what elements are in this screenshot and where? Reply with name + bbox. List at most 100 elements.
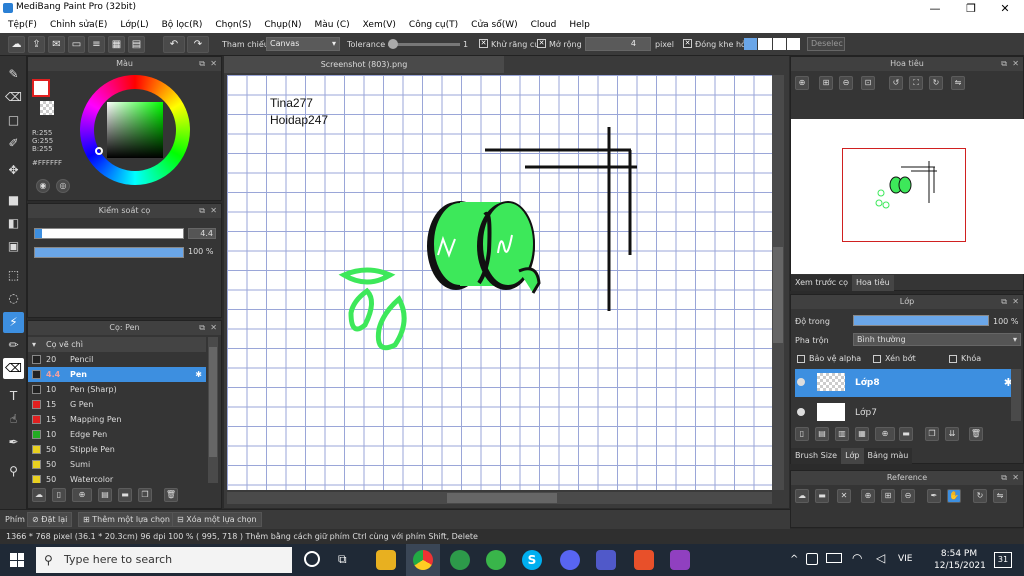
dropper-tool-icon[interactable]: ⚲ [3, 461, 24, 482]
canvas-vertical-scrollbar[interactable] [772, 75, 784, 490]
duplicate-icon[interactable]: ❐ [138, 488, 152, 502]
rotate-left-icon[interactable]: ↺ [889, 76, 903, 90]
canvas-horizontal-scrollbar[interactable] [227, 492, 772, 504]
operation-tool-icon[interactable]: ☝ [3, 409, 24, 430]
close-icon[interactable]: ✕ [210, 321, 217, 335]
brush-list-scroll-thumb[interactable] [209, 347, 217, 457]
app-orange-icon[interactable] [634, 550, 654, 570]
ref-flip-icon[interactable]: ⇋ [993, 489, 1007, 503]
tab-navigator[interactable]: Hoa tiêu [852, 275, 894, 291]
new-layer-icon[interactable]: ▯ [795, 427, 809, 441]
ref-zoom-out-icon[interactable]: ⊖ [901, 489, 915, 503]
volume-icon[interactable]: ◁ [876, 551, 885, 565]
brush-size-slider[interactable] [34, 228, 184, 239]
text-tool-icon[interactable]: T [3, 386, 24, 407]
menu-help[interactable]: Help [565, 17, 594, 33]
drawing-canvas[interactable]: Tina277 Hoidap247 [227, 75, 772, 490]
tray-chevron-icon[interactable]: ^ [790, 554, 798, 565]
new-1bit-layer-icon[interactable]: ▥ [835, 427, 849, 441]
discord-icon[interactable] [560, 550, 580, 570]
menu-select[interactable]: Chọn(S) [211, 17, 255, 33]
new-8bit-layer-icon[interactable]: ▤ [815, 427, 829, 441]
grid-icon[interactable]: ▦ [108, 36, 125, 53]
tolerance-slider-handle[interactable] [388, 39, 398, 49]
brush-size-value[interactable]: 4.4 [188, 228, 216, 239]
protect-alpha-checkbox[interactable] [797, 355, 805, 363]
ref-close-icon[interactable]: ✕ [837, 489, 851, 503]
zoom-out-icon[interactable]: ⊖ [839, 76, 853, 90]
task-view-icon[interactable]: ⧉ [338, 552, 347, 567]
trash-icon[interactable]: 🗑 [164, 488, 178, 502]
saturation-square[interactable] [107, 102, 163, 158]
cloud-icon[interactable]: ☁ [8, 36, 25, 53]
close-button[interactable]: ✕ [988, 0, 1022, 17]
brush-item-edge-pen[interactable]: 10 Edge Pen [28, 427, 206, 442]
canvas-vscroll-thumb[interactable] [773, 247, 783, 343]
canvas-hscroll-thumb[interactable] [447, 493, 557, 503]
brush-item-g-pen[interactable]: 15 G Pen [28, 397, 206, 412]
ref-zoom-in-icon[interactable]: ⊕ [861, 489, 875, 503]
teams-icon[interactable] [596, 550, 616, 570]
menu-snap[interactable]: Chụp(N) [260, 17, 305, 33]
cloud-brush-icon[interactable]: ☁ [32, 488, 46, 502]
bucket-tool-icon[interactable]: ◧ [3, 213, 24, 234]
app-purple-icon[interactable] [670, 550, 690, 570]
chrome-taskbar-active[interactable] [406, 544, 440, 576]
popout-icon[interactable]: ⧉ [199, 57, 205, 71]
ref-cloud-icon[interactable]: ☁ [795, 489, 809, 503]
ref-rotate-icon[interactable]: ↻ [973, 489, 987, 503]
rect-tool-icon[interactable]: □ [3, 110, 24, 131]
navigator-preview[interactable] [791, 119, 1024, 274]
notification-icon[interactable]: 31 [994, 552, 1012, 568]
menu-cloud[interactable]: Cloud [527, 17, 561, 33]
lasso-tool-icon[interactable]: ◌ [3, 288, 24, 309]
windows-start-icon[interactable] [10, 553, 24, 567]
blend-mode-dropdown[interactable]: Bình thường ▾ [853, 333, 1021, 346]
brush-tool-icon[interactable]: ✎ [3, 64, 24, 85]
ref-open-icon[interactable]: ▬ [815, 489, 829, 503]
eyedropper-tool-icon[interactable]: ✒ [3, 432, 24, 453]
list-icon[interactable]: ≡ [88, 36, 105, 53]
gear-icon[interactable]: ✱ [195, 367, 202, 382]
hue-wheel[interactable] [80, 75, 190, 185]
popout-icon[interactable]: ⧉ [1001, 471, 1007, 485]
close-icon[interactable]: ✕ [1012, 57, 1019, 71]
move-tool-icon[interactable]: ✥ [3, 160, 24, 181]
popout-icon[interactable]: ⧉ [199, 204, 205, 218]
lock-checkbox[interactable] [949, 355, 957, 363]
tolerance-slider[interactable] [388, 39, 460, 49]
merge-layer-icon[interactable]: ⇊ [945, 427, 959, 441]
duplicate-layer-icon[interactable]: ❐ [925, 427, 939, 441]
fullscreen-icon[interactable]: ⛶ [909, 76, 923, 90]
popout-icon[interactable]: ⧉ [1001, 57, 1007, 71]
cortana-icon[interactable] [304, 551, 320, 567]
tray-app-icon[interactable] [806, 553, 818, 565]
zoom-actual-icon[interactable]: ⊡ [861, 76, 875, 90]
wifi-icon[interactable]: ◠ [852, 551, 862, 565]
gradient-tool-icon[interactable]: ▣ [3, 236, 24, 257]
ref-eyedropper-icon[interactable]: ✒ [927, 489, 941, 503]
brush-item-pen-sharp[interactable]: 10 Pen (Sharp) [28, 382, 206, 397]
deselect-button[interactable]: Deselec [807, 37, 845, 51]
menu-tools[interactable]: Công cụ(T) [405, 17, 462, 33]
clipping-checkbox[interactable] [873, 355, 881, 363]
copy-brush-icon[interactable]: ▤ [98, 488, 112, 502]
comment-icon[interactable]: ✉ [48, 36, 65, 53]
palette-settings-icon[interactable]: ◎ [56, 179, 70, 193]
brush-item-pencil[interactable]: 20 Pencil [28, 352, 206, 367]
panel-icon[interactable]: ▤ [128, 36, 145, 53]
redo-icon[interactable]: ↷ [187, 36, 209, 53]
hue-handle[interactable] [95, 147, 103, 155]
close-icon[interactable]: ✕ [1012, 295, 1019, 309]
expand-spinner[interactable]: 4 [585, 37, 651, 51]
close-icon[interactable]: ✕ [210, 204, 217, 218]
select-pen-tool-icon[interactable]: ✏ [3, 335, 24, 356]
secondary-color-swatch[interactable] [40, 101, 54, 115]
folder-icon[interactable]: ▬ [118, 488, 132, 502]
menu-window[interactable]: Cửa sổ(W) [467, 17, 521, 33]
primary-color-swatch[interactable] [32, 79, 50, 97]
layer-opacity-slider[interactable] [853, 315, 989, 326]
fill-rect-tool-icon[interactable]: ■ [3, 190, 24, 211]
eye-icon[interactable] [797, 408, 805, 416]
add-brush-icon[interactable]: ⊕ [72, 488, 92, 502]
